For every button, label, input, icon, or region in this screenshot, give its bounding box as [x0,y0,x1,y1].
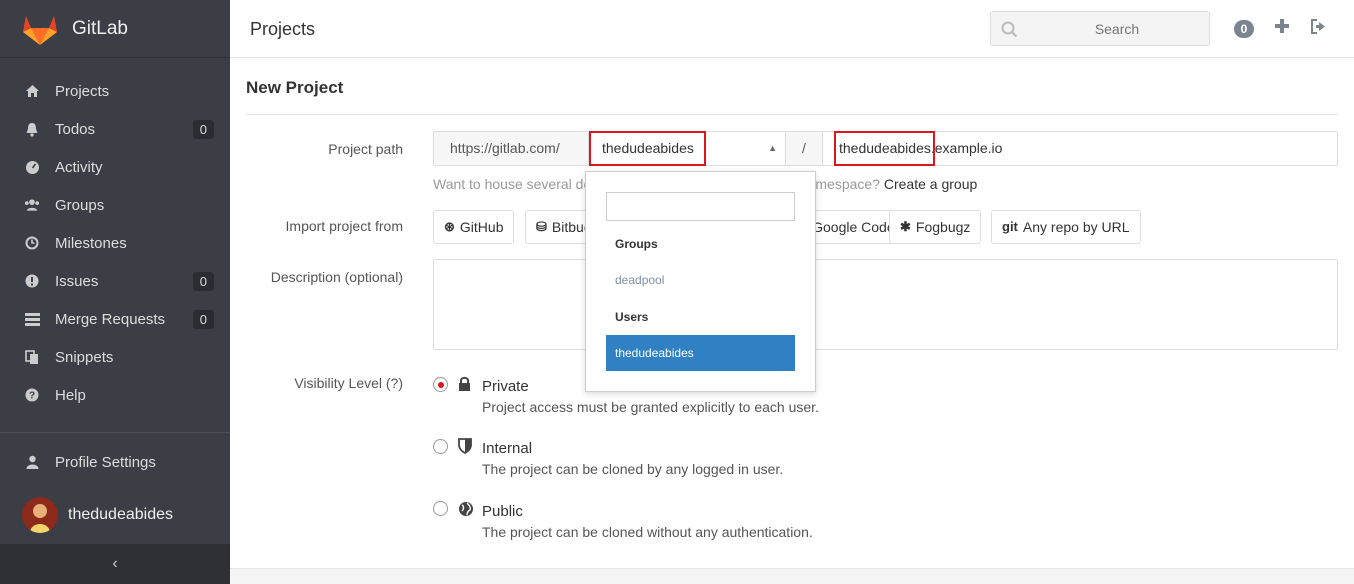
highlight-box [834,131,935,166]
gitlab-logo-icon [23,15,57,45]
sidebar-item-label: Activity [55,158,103,176]
copy-icon [24,349,40,365]
dropdown-item-deadpool[interactable]: deadpool [615,273,664,287]
github-icon: ⊛ [444,219,455,234]
project-path-group: https://gitlab.com/ thedudeabides ▲ / th… [433,131,1338,166]
visibility-title: Public [482,503,523,520]
sidebar-item-label: Todos [55,120,96,138]
dropdown-users-header: Users [615,310,649,324]
sidebar-item-activity[interactable]: Activity [0,148,230,186]
sidebar-item-milestones[interactable]: Milestones [0,224,230,262]
chevron-left-icon: ‹ [112,555,118,572]
import-label: Import project from [285,218,403,234]
home-icon [24,83,40,99]
git-icon: git [1002,219,1018,234]
dropdown-item-thedudeabides[interactable]: thedudeabides [606,335,795,371]
search-icon [1001,21,1018,38]
globe-icon [459,502,473,516]
sidebar-item-label: Milestones [55,234,127,252]
description-label: Description (optional) [270,269,403,285]
private-radio[interactable] [433,377,448,392]
sidebar-item-profile-settings[interactable]: Profile Settings [0,443,230,481]
sidebar-item-label: Projects [55,82,110,100]
merge-requests-count-badge: 0 [192,309,214,329]
current-user[interactable]: thedudeabides [22,497,173,533]
brand-name: GitLab [72,17,128,39]
main-content: New Project Project path https://gitlab.… [246,58,1338,540]
sidebar-item-issues[interactable]: Issues 0 [0,262,230,300]
import-source-label: Fogbugz [915,219,971,235]
sidebar-divider [0,432,230,433]
sidebar-item-label: Profile Settings [55,453,156,471]
dashboard-icon [24,159,40,175]
sidebar-item-help[interactable]: ? Help [0,376,230,414]
namespace-dropdown: Groups deadpool Users thedudeabides [585,171,816,392]
sidebar-item-label: Snippets [55,348,114,366]
visibility-title: Internal [482,440,533,457]
issues-count-badge: 0 [192,271,214,291]
sidebar-item-label: Groups [55,196,105,214]
username: thedudeabides [68,506,173,523]
namespace-select[interactable]: thedudeabides ▲ [589,131,785,166]
import-repo-by-url-button[interactable]: git Any repo by URL [991,210,1141,244]
import-source-label: GitHub [459,219,504,235]
todos-header-badge[interactable]: 0 [1234,20,1254,38]
sidebar-nav: Projects Todos 0 Activity Groups Milesto… [0,72,230,414]
plus-icon[interactable] [1274,18,1290,34]
project-path-input[interactable]: thedudeabides.example.io [834,131,1002,166]
create-group-link[interactable]: Create a group [884,176,977,192]
caret-up-icon: ▲ [768,143,777,153]
exclamation-icon [24,273,40,289]
clock-icon [24,235,40,251]
visibility-label: Visibility Level (?) [294,375,403,391]
sidebar-item-projects[interactable]: Projects [0,72,230,110]
collapse-sidebar-button[interactable]: ‹ [0,544,230,584]
highlight-box [589,131,706,166]
url-prefix: https://gitlab.com/ [434,132,589,165]
user-icon [24,454,40,470]
project-path-label: Project path [328,141,403,157]
footer-bar [230,568,1354,584]
top-header: Projects 0 [230,0,1354,58]
sidebar-item-merge-requests[interactable]: Merge Requests 0 [0,300,230,338]
sign-out-icon[interactable] [1311,19,1327,34]
import-source-label: Any repo by URL [1022,219,1130,235]
bitbucket-icon: ⛁ [536,219,547,234]
todos-count-badge: 0 [192,119,214,139]
path-separator: / [785,132,823,165]
import-fogbugz-button[interactable]: ✱ Fogbugz [889,210,982,244]
search-box [990,11,1210,46]
bug-icon: ✱ [900,219,911,234]
search-input[interactable] [1027,12,1207,45]
visibility-desc: The project can be cloned by any logged … [482,461,784,477]
dropdown-groups-header: Groups [615,237,658,251]
brand[interactable]: GitLab [0,0,230,58]
import-github-button[interactable]: ⊛ GitHub [433,210,515,244]
sidebar: GitLab Projects Todos 0 Activity Groups … [0,0,230,584]
group-icon [24,197,40,213]
form-title: New Project [246,78,1338,115]
internal-radio[interactable] [433,439,448,454]
sidebar-item-snippets[interactable]: Snippets [0,338,230,376]
sidebar-item-label: Help [55,386,86,404]
visibility-desc: Project access must be granted explicitl… [482,399,819,415]
list-icon [24,311,40,327]
sidebar-item-todos[interactable]: Todos 0 [0,110,230,148]
avatar [22,497,58,533]
public-radio[interactable] [433,501,448,516]
dropdown-search-input[interactable] [606,192,795,221]
sidebar-item-label: Merge Requests [55,310,166,328]
svg-text:?: ? [29,391,35,402]
visibility-title: Private [482,378,529,395]
question-icon: ? [24,387,40,403]
sidebar-item-label: Issues [55,272,99,290]
lock-icon [459,376,470,391]
import-source-label: Google Code [812,219,895,235]
shield-icon [458,438,472,454]
bell-icon [24,121,40,137]
description-textarea[interactable] [433,259,1338,350]
visibility-desc: The project can be cloned without any au… [482,524,813,540]
sidebar-item-groups[interactable]: Groups [0,186,230,224]
page-title: Projects [250,19,316,39]
